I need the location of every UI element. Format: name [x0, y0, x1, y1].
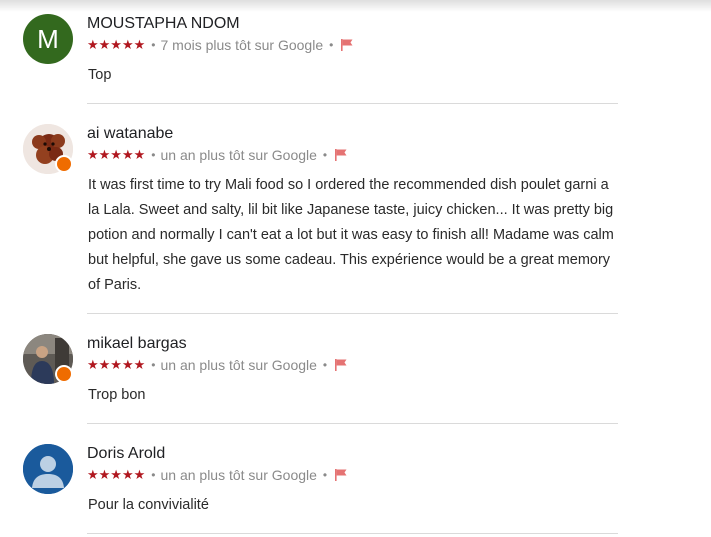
flag-icon[interactable] [334, 148, 348, 162]
avatar[interactable] [23, 124, 73, 174]
divider [87, 533, 618, 534]
review-text: Top [88, 67, 112, 83]
avatar[interactable]: M [23, 14, 73, 64]
separator-dot: • [329, 38, 334, 52]
author-name[interactable]: mikael bargas [87, 335, 187, 353]
review-timestamp: un an plus tôt sur Google [160, 357, 317, 373]
review-meta: ★★★★★ • un an plus tôt sur Google • [87, 466, 348, 484]
author-name[interactable]: Doris Arold [87, 445, 165, 463]
review-text: It was first time to try Mali food so I … [88, 177, 614, 293]
review-text: Pour la convivialité [88, 497, 209, 513]
separator-dot: • [322, 468, 328, 482]
divider [87, 313, 618, 314]
review-meta: ★★★★★ • 7 mois plus tôt sur Google • [87, 36, 354, 54]
avatar[interactable] [23, 334, 73, 384]
separator-dot: • [151, 148, 156, 162]
separator-dot: • [151, 468, 156, 482]
avatar-letter: M [23, 14, 73, 64]
flag-icon[interactable] [334, 358, 348, 372]
divider [87, 423, 618, 424]
separator-dot: • [151, 38, 156, 52]
review-meta: ★★★★★ • un an plus tôt sur Google • [87, 146, 348, 164]
local-guide-badge-icon [55, 155, 73, 173]
review-meta: ★★★★★ • un an plus tôt sur Google • [87, 356, 348, 374]
author-name[interactable]: MOUSTAPHA NDOM [87, 15, 240, 33]
review-text: Trop bon [88, 387, 146, 403]
separator-dot: • [322, 148, 328, 162]
review-timestamp: un an plus tôt sur Google [160, 147, 317, 163]
separator-dot: • [151, 358, 156, 372]
avatar[interactable] [23, 444, 73, 494]
review-timestamp: 7 mois plus tôt sur Google [160, 37, 324, 53]
star-rating: ★★★★★ [87, 357, 146, 373]
star-rating: ★★★★★ [87, 147, 146, 163]
local-guide-badge-icon [55, 365, 73, 383]
separator-dot: • [322, 358, 328, 372]
star-rating: ★★★★★ [87, 37, 146, 53]
default-user-icon [23, 444, 73, 494]
flag-icon[interactable] [340, 38, 354, 52]
flag-icon[interactable] [334, 468, 348, 482]
review-timestamp: un an plus tôt sur Google [160, 467, 317, 483]
author-name[interactable]: ai watanabe [87, 125, 173, 143]
star-rating: ★★★★★ [87, 467, 146, 483]
divider [87, 103, 618, 104]
top-shadow [0, 0, 711, 12]
